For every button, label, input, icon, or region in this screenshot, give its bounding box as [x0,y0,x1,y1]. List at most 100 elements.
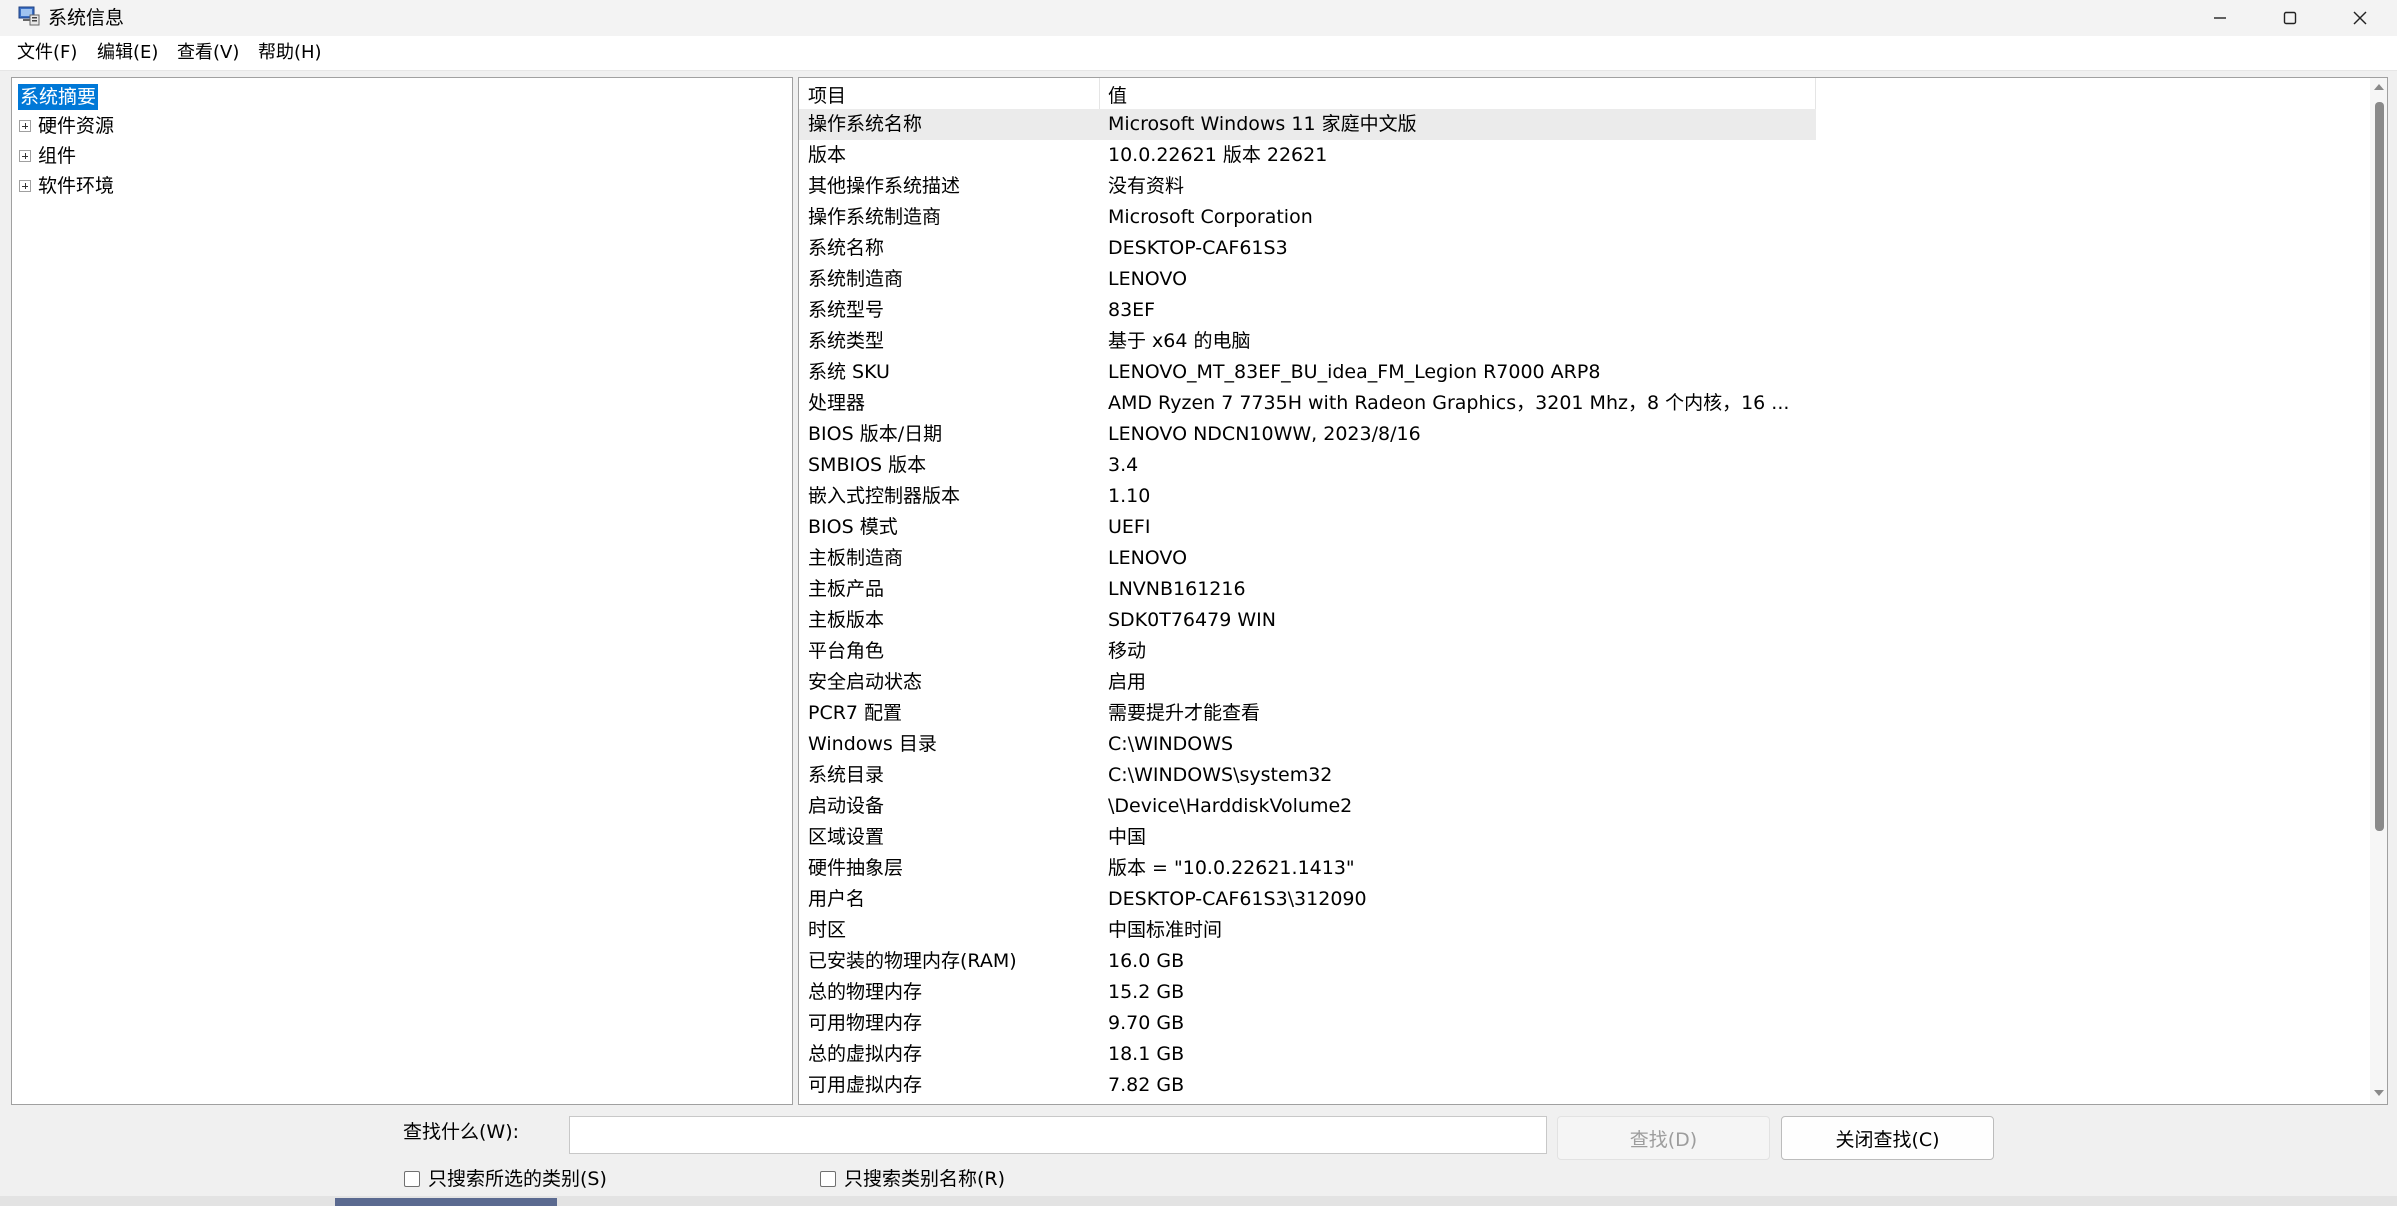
row-value-cell: Microsoft Windows 11 家庭中文版 [1108,113,1417,135]
menu-help[interactable]: 帮助(H) [258,41,322,65]
table-row[interactable]: 已安装的物理内存(RAM) 16.0 GB [799,946,1816,977]
category-tree[interactable]: 系统摘要 硬件资源 组件 软件环境 [11,77,793,1105]
table-row[interactable]: 总的虚拟内存 18.1 GB [799,1039,1816,1070]
search-selected-category-checkbox[interactable] [404,1171,420,1187]
table-row[interactable]: 操作系统制造商 Microsoft Corporation [799,202,1816,233]
row-value-cell: 中国标准时间 [1108,919,1223,941]
list-rows: 操作系统名称 Microsoft Windows 11 家庭中文版 版本 10.0.2… [799,109,1816,1101]
row-item-cell: 系统目录 [808,764,885,786]
table-row[interactable]: 操作系统名称 Microsoft Windows 11 家庭中文版 [799,109,1816,140]
row-value-cell: 1.10 [1108,485,1151,507]
table-row[interactable]: 主板制造商 LENOVO [799,543,1816,574]
tree-item-software-environment[interactable]: 软件环境 [12,171,792,201]
row-value-cell: 没有资料 [1108,175,1185,197]
menu-file[interactable]: 文件(F) [17,41,77,65]
table-row[interactable]: 处理器 AMD Ryzen 7 7735H with Radeon Graphic… [799,388,1816,419]
tree-item-hardware-resources[interactable]: 硬件资源 [12,111,792,141]
desktop-peek [335,1198,557,1206]
row-value-cell: \Device\HarddiskVolume2 [1108,795,1353,817]
row-item-cell: 已安装的物理内存(RAM) [808,950,1017,972]
row-value-cell: LENOVO [1108,268,1188,290]
row-item-cell: 安全启动状态 [808,671,923,693]
table-row[interactable]: PCR7 配置 需要提升才能查看 [799,698,1816,729]
table-row[interactable]: 嵌入式控制器版本 1.10 [799,481,1816,512]
row-item-cell: 系统制造商 [808,268,904,290]
table-row[interactable]: 可用虚拟内存 7.82 GB [799,1070,1816,1101]
find-label: 查找什么(W): [403,1121,520,1143]
table-row[interactable]: 时区 中国标准时间 [799,915,1816,946]
row-value-cell: 15.2 GB [1108,981,1185,1003]
row-value-cell: 10.0.22621 版本 22621 [1108,144,1328,166]
table-row[interactable]: 主板版本 SDK0T76479 WIN [799,605,1816,636]
close-find-button[interactable]: 关闭查找(C) [1781,1116,1994,1160]
row-value-cell: UEFI [1108,516,1151,538]
table-row[interactable]: 平台角色 移动 [799,636,1816,667]
minimize-button[interactable] [2185,0,2255,36]
table-row[interactable]: 用户名 DESKTOP-CAF61S3\312090 [799,884,1816,915]
row-item-cell: 可用物理内存 [808,1012,923,1034]
row-value-cell: 18.1 GB [1108,1043,1185,1065]
tree-item-label: 硬件资源 [38,115,115,137]
table-row[interactable]: 系统类型 基于 x64 的电脑 [799,326,1816,357]
expand-plus-icon[interactable] [19,120,31,132]
title-bar[interactable]: 系统信息 [0,0,2397,36]
search-selected-category-option[interactable]: 只搜索所选的类别(S) [404,1166,664,1192]
column-header-value[interactable]: 值 [1108,78,1127,109]
expand-plus-icon[interactable] [19,150,31,162]
row-value-cell: 基于 x64 的电脑 [1108,330,1251,352]
tree-item-components[interactable]: 组件 [12,141,792,171]
maximize-button[interactable] [2255,0,2325,36]
scroll-down-arrow-icon[interactable] [2374,1090,2384,1096]
find-button[interactable]: 查找(D) [1557,1116,1770,1160]
vertical-scrollbar[interactable] [2370,78,2387,1104]
menu-bar: 文件(F) 编辑(E) 查看(V) 帮助(H) [0,36,2397,71]
table-row[interactable]: 系统制造商 LENOVO [799,264,1816,295]
row-value-cell: Microsoft Corporation [1108,206,1313,228]
tree-item-system-summary[interactable]: 系统摘要 [12,81,792,111]
search-category-names-checkbox[interactable] [820,1171,836,1187]
row-item-cell: 总的虚拟内存 [808,1043,923,1065]
scroll-up-arrow-icon[interactable] [2374,84,2384,90]
row-item-cell: 主板版本 [808,609,885,631]
menu-view[interactable]: 查看(V) [177,41,239,65]
table-row[interactable]: Windows 目录 C:\WINDOWS [799,729,1816,760]
table-row[interactable]: 可用物理内存 9.70 GB [799,1008,1816,1039]
row-item-cell: 硬件抽象层 [808,857,904,879]
row-item-cell: PCR7 配置 [808,702,903,724]
table-row[interactable]: 安全启动状态 启用 [799,667,1816,698]
table-row[interactable]: 系统目录 C:\WINDOWS\system32 [799,760,1816,791]
menu-edit[interactable]: 编辑(E) [97,41,158,65]
table-row[interactable]: 启动设备 \Device\HarddiskVolume2 [799,791,1816,822]
minimize-icon [2214,17,2226,19]
maximize-icon [2283,11,2297,25]
system-info-app-icon [18,6,40,26]
table-row[interactable]: SMBIOS 版本 3.4 [799,450,1816,481]
table-row[interactable]: 系统型号 83EF [799,295,1816,326]
table-row[interactable]: BIOS 模式 UEFI [799,512,1816,543]
row-value-cell: LENOVO [1108,547,1188,569]
table-row[interactable]: 主板产品 LNVNB161216 [799,574,1816,605]
row-item-cell: 系统类型 [808,330,885,352]
row-item-cell: 系统 SKU [808,361,890,383]
column-divider[interactable] [1099,78,1100,109]
tree-item-label: 软件环境 [38,175,115,197]
search-category-names-option[interactable]: 只搜索类别名称(R) [820,1166,1060,1192]
table-row[interactable]: 系统 SKU LENOVO_MT_83EF_BU_idea_FM_Legion R… [799,357,1816,388]
table-row[interactable]: BIOS 版本/日期 LENOVO NDCN10WW, 2023/8/16 [799,419,1816,450]
column-divider[interactable] [1815,78,1816,109]
column-header-item[interactable]: 项目 [808,78,846,109]
row-item-cell: 系统名称 [808,237,885,259]
table-row[interactable]: 系统名称 DESKTOP-CAF61S3 [799,233,1816,264]
expand-plus-icon[interactable] [19,180,31,192]
details-list[interactable]: 项目 值 操作系统名称 Microsoft Windows 11 家庭中文版 版本 1… [798,77,2388,1105]
close-window-button[interactable] [2325,0,2395,36]
table-row[interactable]: 区域设置 中国 [799,822,1816,853]
table-row[interactable]: 硬件抽象层 版本 = "10.0.22621.1413" [799,853,1816,884]
scrollbar-thumb[interactable] [2375,102,2384,831]
find-input[interactable] [569,1116,1547,1154]
table-row[interactable]: 版本 10.0.22621 版本 22621 [799,140,1816,171]
table-row[interactable]: 总的物理内存 15.2 GB [799,977,1816,1008]
row-value-cell: 中国 [1108,826,1147,848]
row-item-cell: 其他操作系统描述 [808,175,961,197]
table-row[interactable]: 其他操作系统描述 没有资料 [799,171,1816,202]
